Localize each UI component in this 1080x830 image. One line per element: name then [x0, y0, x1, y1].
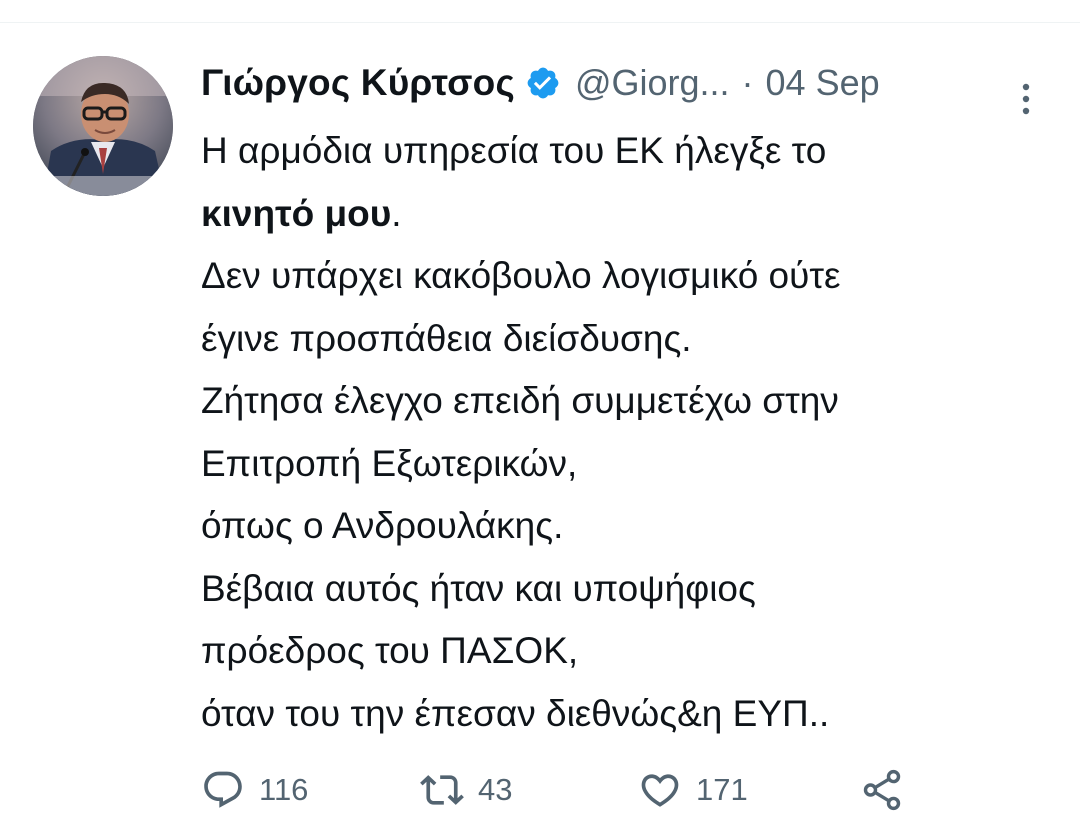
tweet-text: Η αρμόδια υπηρεσία του ΕΚ ήλεγξε το κινη… [201, 120, 1061, 745]
tweet-text-line: πρόεδρος του ΠΑΣΟΚ, [201, 630, 579, 671]
tweet-actions-bar: 116 43 171 [201, 765, 1061, 815]
tweet-text-line: Βέβαια αυτός ήταν και υποψήφιος [201, 567, 756, 609]
author-name[interactable]: Γιώργος Κύρτσος [201, 62, 515, 104]
tweet-text-line: Δεν υπάρχει κακόβουλο λογισμικό ούτε [201, 255, 841, 296]
tweet-text-line: όταν του την έπεσαν διεθνώς&η ΕΥΠ.. [201, 692, 830, 734]
reply-count: 116 [259, 772, 309, 807]
tweet-date[interactable]: 04 Sep [766, 62, 880, 104]
header-separator: · [741, 62, 754, 103]
share-button[interactable] [859, 765, 905, 815]
more-options-icon[interactable] [1018, 81, 1034, 121]
tweet-text-line: όπως ο Ανδρουλάκης. [201, 505, 564, 546]
tweet-text-line: έγινε προσπάθεια διείσδυσης. [201, 317, 692, 359]
retweet-count: 43 [478, 772, 513, 807]
like-count: 171 [696, 772, 748, 807]
tweet-text-fragment: . [391, 192, 402, 234]
verified-badge-icon [525, 65, 561, 101]
heart-icon [641, 774, 679, 807]
share-icon [863, 769, 901, 811]
tweet-header: Γιώργος Κύρτσος @Giorg... · 04 Sep [201, 53, 880, 113]
tweet-text-line: κινητό μου. [201, 183, 1061, 246]
tweet-card[interactable]: Γιώργος Κύρτσος @Giorg... · 04 Sep Η αρμ… [0, 23, 1080, 830]
avatar[interactable] [33, 56, 173, 196]
tweet-text-line: Επιτροπή Εξωτερικών, [201, 442, 578, 484]
retweet-icon [420, 775, 464, 805]
retweet-button[interactable]: 43 [420, 765, 512, 815]
reply-button[interactable]: 116 [201, 765, 308, 815]
tweet-text-line: Η αρμόδια υπηρεσία του ΕΚ ήλεγξε το [201, 130, 827, 171]
tweet-text-bold: κινητό μου [201, 192, 392, 234]
reply-icon [204, 771, 242, 808]
tweet-text-line: Ζήτησα έλεγχο επειδή συμμετέχω στην [201, 380, 839, 421]
like-button[interactable]: 171 [638, 765, 748, 815]
avatar-photo [33, 56, 173, 196]
author-handle[interactable]: @Giorg... [575, 62, 730, 104]
